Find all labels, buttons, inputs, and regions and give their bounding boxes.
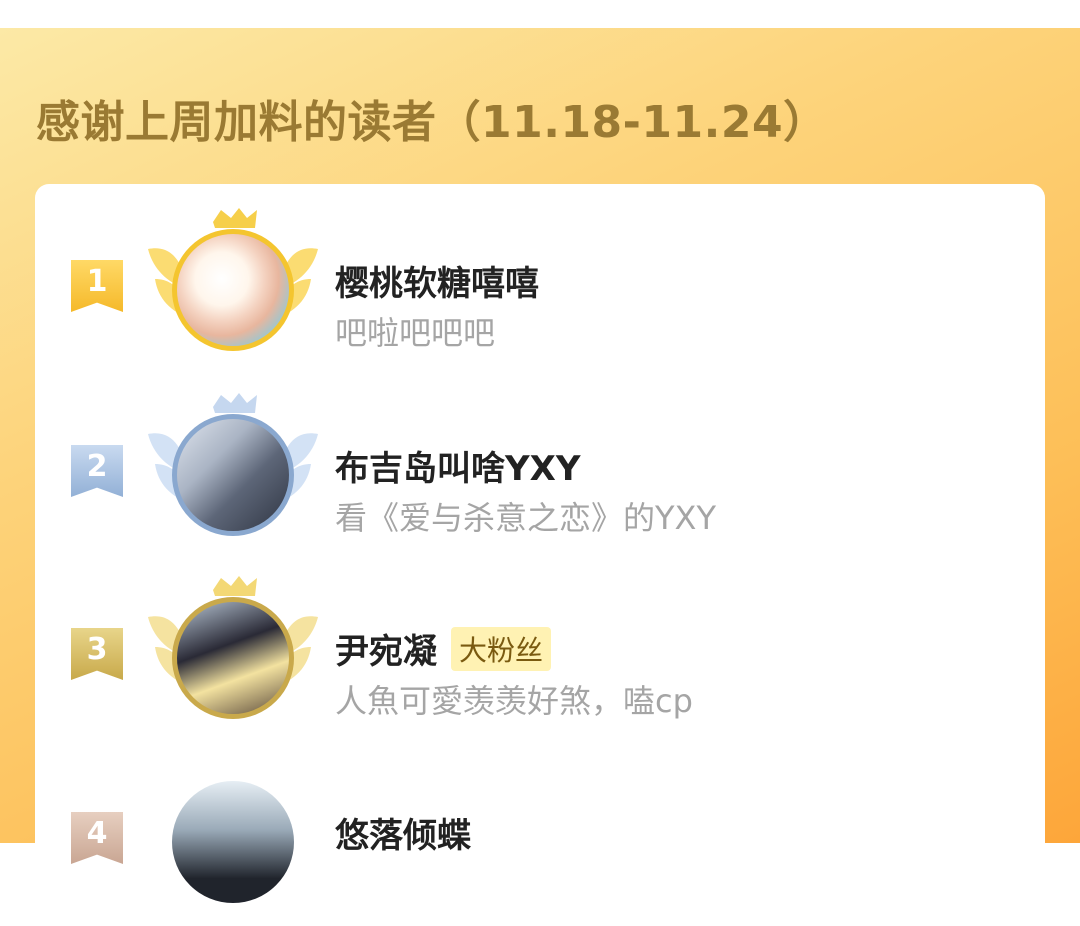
- reader-name[interactable]: 布吉岛叫啥YXY: [335, 441, 580, 490]
- rank-badge-2: 2: [71, 445, 123, 497]
- panel-title: 感谢上周加料的读者（11.18-11.24）: [36, 97, 828, 148]
- reader-name[interactable]: 尹宛凝 大粉丝: [335, 624, 552, 673]
- avatar[interactable]: [172, 414, 294, 536]
- reader-description: 人魚可愛羡羡好煞，嗑cp: [335, 682, 693, 720]
- bronze-laurel-icon: [143, 572, 323, 742]
- fan-level-badge: 大粉丝: [451, 626, 552, 671]
- reader-list-card: 1 樱桃软糖嘻嘻 吧啦吧吧吧 2 布吉岛叫啥YXY 看《爱与杀意之恋》的YXY …: [35, 184, 1045, 903]
- list-item-reader-1[interactable]: 1 樱桃软糖嘻嘻 吧啦吧吧吧: [35, 204, 1045, 374]
- reader-description: 看《爱与杀意之恋》的YXY: [335, 499, 717, 537]
- avatar[interactable]: [172, 597, 294, 719]
- avatar[interactable]: [172, 229, 294, 351]
- reader-name[interactable]: 悠落倾蝶: [335, 808, 471, 857]
- gold-laurel-icon: [143, 204, 323, 374]
- avatar[interactable]: [172, 781, 294, 903]
- rank-badge-4: 4: [71, 812, 123, 864]
- silver-laurel-icon: [143, 389, 323, 559]
- rank-badge-3: 3: [71, 628, 123, 680]
- reader-thanks-panel: 感谢上周加料的读者（11.18-11.24） 1 樱桃软糖嘻嘻 吧啦吧吧吧 2 …: [0, 28, 1080, 903]
- list-item-reader-2[interactable]: 2 布吉岛叫啥YXY 看《爱与杀意之恋》的YXY: [35, 389, 1045, 559]
- avatar-frame: [143, 756, 323, 926]
- list-item-reader-3[interactable]: 3 尹宛凝 大粉丝 人魚可愛羡羡好煞，嗑cp: [35, 572, 1045, 742]
- list-item-reader-4[interactable]: 4 悠落倾蝶: [35, 756, 1045, 926]
- reader-name[interactable]: 樱桃软糖嘻嘻: [335, 256, 539, 305]
- reader-description: 吧啦吧吧吧: [335, 314, 496, 352]
- rank-badge-1: 1: [71, 260, 123, 312]
